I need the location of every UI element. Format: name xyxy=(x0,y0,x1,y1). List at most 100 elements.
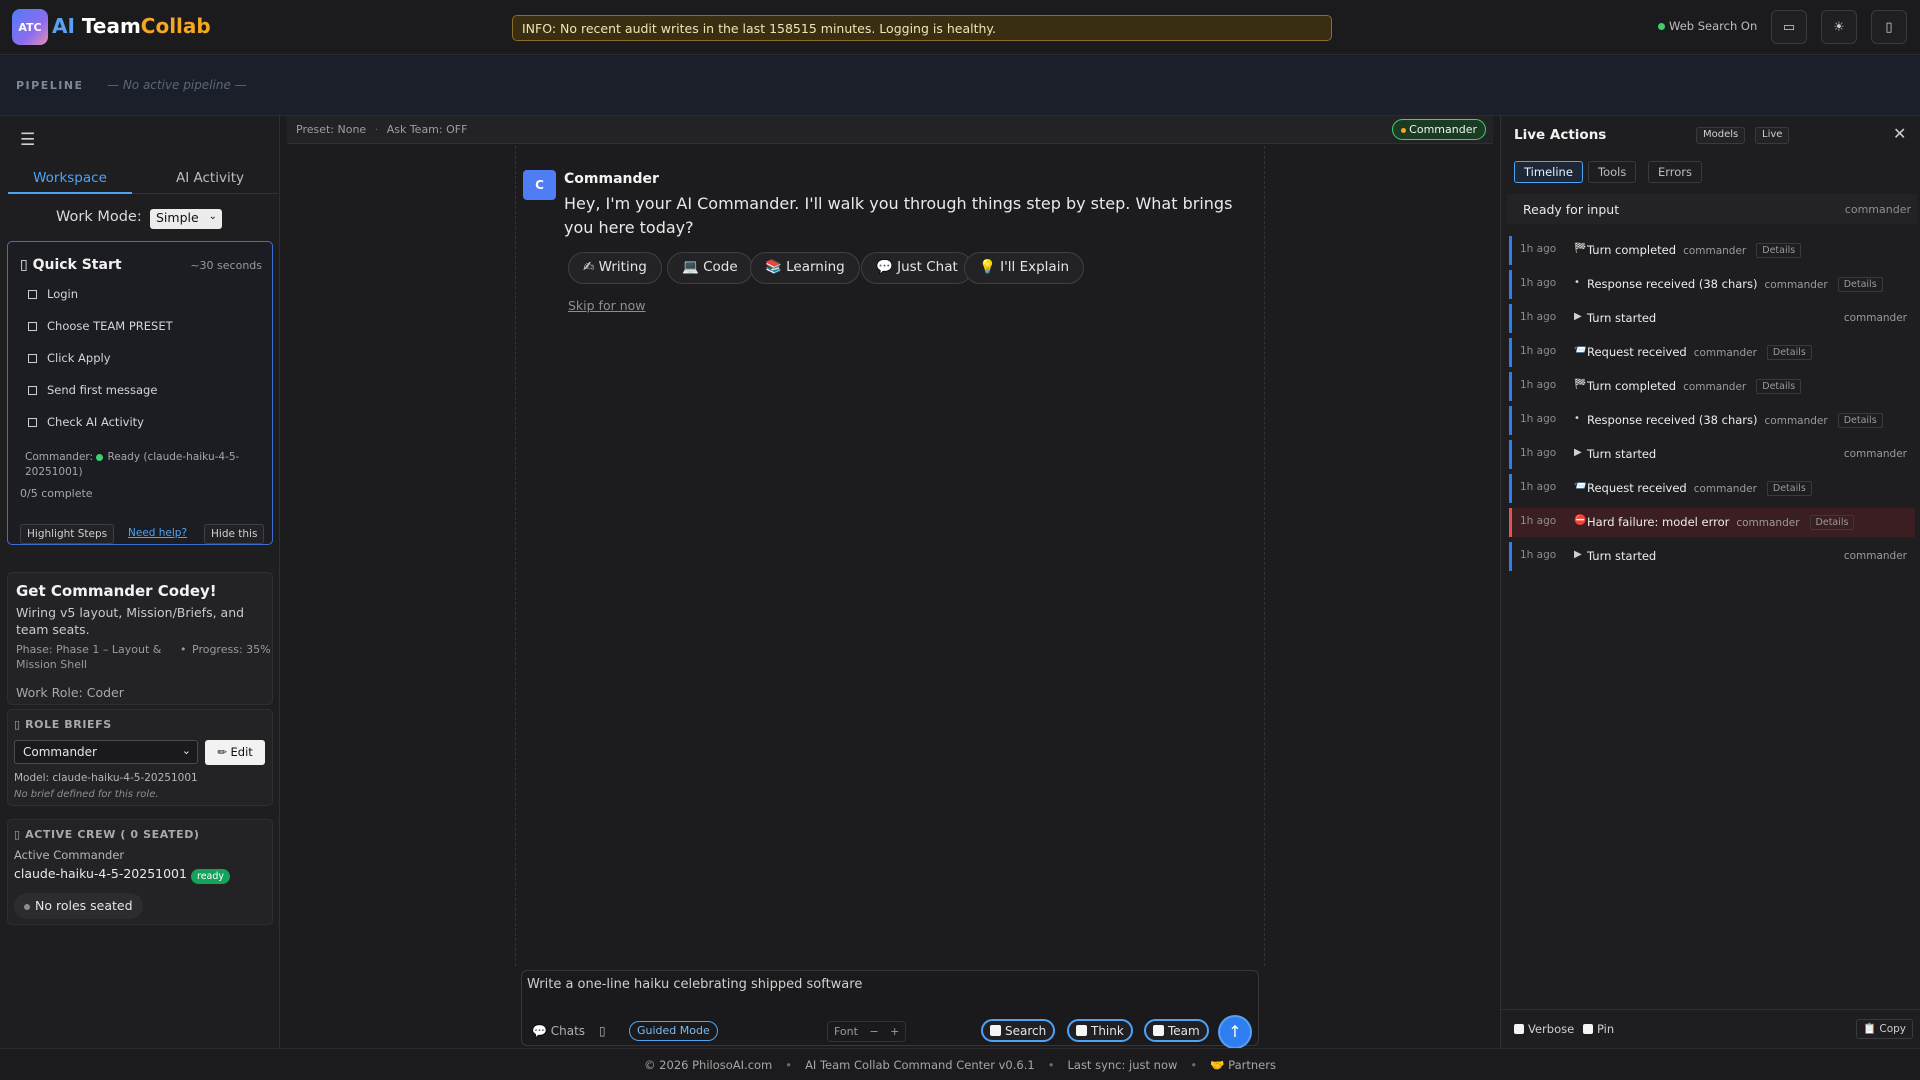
verbose-label: Verbose xyxy=(1528,1022,1575,1036)
dot-icon xyxy=(24,903,30,910)
quick-start-progress: 0/5 complete xyxy=(20,487,93,500)
web-search-status[interactable]: Web Search On xyxy=(1658,19,1757,33)
quick-start-step[interactable]: Click Apply xyxy=(28,351,111,365)
details-button[interactable]: Details xyxy=(1766,345,1812,360)
timeline-event-row[interactable]: 1h ago ▶ Turn started commander xyxy=(1509,440,1915,469)
quick-start-step[interactable]: Check AI Activity xyxy=(28,415,144,429)
timeline-event-row[interactable]: 1h ago • Response received (38 chars) comma… xyxy=(1509,270,1915,299)
quick-start-step[interactable]: Login xyxy=(28,287,78,301)
close-icon[interactable]: ✕ xyxy=(1893,124,1906,143)
details-button[interactable]: Details xyxy=(1756,243,1802,258)
choice-just-chat-button[interactable]: 💬 Just Chat xyxy=(861,252,973,284)
sidebar: ☰ Workspace AI Activity Work Mode: Simpl… xyxy=(0,116,280,1048)
send-button[interactable]: ↑ xyxy=(1220,1017,1250,1047)
message-input[interactable]: Write a one-line haiku celebrating shipp… xyxy=(527,977,862,992)
app-logo-text[interactable]: AI TeamCollab xyxy=(52,14,211,38)
quick-start-step[interactable]: Choose TEAM PRESET xyxy=(28,319,173,333)
chats-button[interactable]: 💬 Chats xyxy=(532,1024,585,1038)
checkbox-icon[interactable] xyxy=(1076,1025,1087,1036)
copy-button[interactable]: 📋 Copy xyxy=(1855,1019,1913,1039)
checkbox-icon[interactable] xyxy=(1583,1024,1593,1034)
timeline-event-row[interactable]: 1h ago ▶ Turn started commander xyxy=(1509,542,1915,571)
event-text: Request received commander Details xyxy=(1587,481,1812,496)
verbose-toggle[interactable]: Verbose xyxy=(1514,1022,1574,1036)
choice-writing-button[interactable]: ✍ Writing xyxy=(568,252,662,284)
tab-ai-activity[interactable]: AI Activity xyxy=(148,164,272,194)
event-time: 1h ago xyxy=(1520,447,1557,459)
checkbox-icon[interactable] xyxy=(28,418,37,427)
codey-progress: • Progress: 35% xyxy=(180,642,272,657)
event-label: Turn completed xyxy=(1587,379,1677,393)
checkbox-icon[interactable] xyxy=(28,354,37,363)
choice-learning-button[interactable]: 📚 Learning xyxy=(750,252,860,284)
checkbox-icon[interactable] xyxy=(28,322,37,331)
active-commander-label: Active Commander xyxy=(14,848,125,862)
timeline-event-row[interactable]: 1h ago • Response received (38 chars) comma… xyxy=(1509,406,1915,435)
timeline-event-row[interactable]: 1h ago ▶ Turn started commander xyxy=(1509,304,1915,333)
timeline-event-row[interactable]: 1h ago 📨 Request received commander Details xyxy=(1509,338,1915,367)
details-button[interactable]: Details xyxy=(1756,379,1802,394)
attach-icon[interactable]: ▯ xyxy=(599,1024,606,1038)
edit-brief-button[interactable]: ✏ Edit xyxy=(205,740,265,765)
tab-workspace[interactable]: Workspace xyxy=(8,164,132,194)
quick-start-title: ▯ Quick Start xyxy=(20,257,122,273)
timeline-event-row[interactable]: 1h ago 🏁 Turn completed commander Details xyxy=(1509,372,1915,401)
event-time: 1h ago xyxy=(1520,549,1557,561)
models-button[interactable]: Models xyxy=(1696,127,1746,144)
status-badge: ready xyxy=(191,869,231,884)
font-decrease-button[interactable]: − xyxy=(869,1025,878,1038)
details-button[interactable]: Details xyxy=(1766,481,1812,496)
theme-toggle-button[interactable]: ☀ xyxy=(1821,10,1857,44)
checkbox-icon[interactable] xyxy=(1514,1024,1524,1034)
tab-timeline[interactable]: Timeline xyxy=(1514,161,1583,183)
details-button[interactable]: Details xyxy=(1837,277,1883,292)
work-mode-select[interactable]: Simple ⌄ xyxy=(150,209,222,229)
team-toggle[interactable]: Team xyxy=(1144,1019,1209,1042)
codey-phase: Phase: Phase 1 – Layout & Mission Shell xyxy=(16,643,162,671)
event-time: 1h ago xyxy=(1520,243,1557,255)
timeline-event-row[interactable]: 1h ago 📨 Request received commander Details xyxy=(1509,474,1915,503)
role-select[interactable]: Commander ⌄ xyxy=(14,740,198,764)
details-button[interactable]: Details xyxy=(1809,515,1855,530)
details-button[interactable]: Details xyxy=(1837,413,1883,428)
checkbox-icon[interactable] xyxy=(990,1025,1001,1036)
tab-tools[interactable]: Tools xyxy=(1588,161,1637,183)
need-help-link[interactable]: Need help? xyxy=(128,527,187,539)
app-logo-badge[interactable]: ATC xyxy=(12,9,48,45)
pin-toggle[interactable]: Pin xyxy=(1583,1022,1614,1036)
quick-start-step[interactable]: Send first message xyxy=(28,383,157,397)
guided-mode-toggle[interactable]: Guided Mode xyxy=(629,1021,718,1041)
checkbox-icon[interactable] xyxy=(28,290,37,299)
timeline-event-row[interactable]: 1h ago ⛔ Hard failure: model error commande… xyxy=(1509,508,1915,537)
search-toggle[interactable]: Search xyxy=(981,1019,1056,1042)
active-crew-title: ▯ ACTIVE CREW ( 0 SEATED) xyxy=(14,828,200,841)
choice-code-button[interactable]: 💻 Code xyxy=(667,252,753,284)
font-increase-button[interactable]: + xyxy=(890,1025,899,1038)
message-composer[interactable]: Write a one-line haiku celebrating shipp… xyxy=(521,970,1259,1047)
timeline-event-row[interactable]: 1h ago 🏁 Turn completed commander Details xyxy=(1509,236,1915,265)
mobile-view-button[interactable]: ▯ xyxy=(1871,10,1907,44)
rocket-icon: ▯ xyxy=(20,257,33,273)
checkbox-icon[interactable] xyxy=(1153,1025,1164,1036)
commander-pill[interactable]: Commander xyxy=(1392,119,1486,140)
tab-errors[interactable]: Errors xyxy=(1648,161,1703,183)
think-toggle[interactable]: Think xyxy=(1067,1019,1133,1042)
highlight-steps-button[interactable]: Highlight Steps xyxy=(20,524,115,544)
partners-link[interactable]: 🤝 Partners xyxy=(1210,1058,1276,1072)
checkbox-icon[interactable] xyxy=(28,386,37,395)
codey-progress-text: Progress: 35% xyxy=(192,643,271,656)
live-button[interactable]: Live xyxy=(1755,127,1790,144)
ready-dot-icon xyxy=(96,453,104,461)
chat-header: Preset: None · Ask Team: OFF Commander xyxy=(287,116,1493,144)
choice-explain-button[interactable]: 💡 I'll Explain xyxy=(964,252,1085,284)
event-text: Turn completed commander Details xyxy=(1587,379,1802,394)
brief-empty-note: No brief defined for this role. xyxy=(14,789,159,800)
hide-quick-start-button[interactable]: Hide this xyxy=(204,524,265,544)
skip-link[interactable]: Skip for now xyxy=(568,298,646,313)
work-mode-label: Work Mode: xyxy=(56,209,142,225)
hamburger-menu-icon[interactable]: ☰ xyxy=(20,130,35,150)
step-label: Send first message xyxy=(47,383,158,397)
monitor-button[interactable]: ▭ xyxy=(1771,10,1807,44)
event-icon: 🏁 xyxy=(1574,243,1587,254)
pipeline-status: — No active pipeline — xyxy=(107,78,247,92)
